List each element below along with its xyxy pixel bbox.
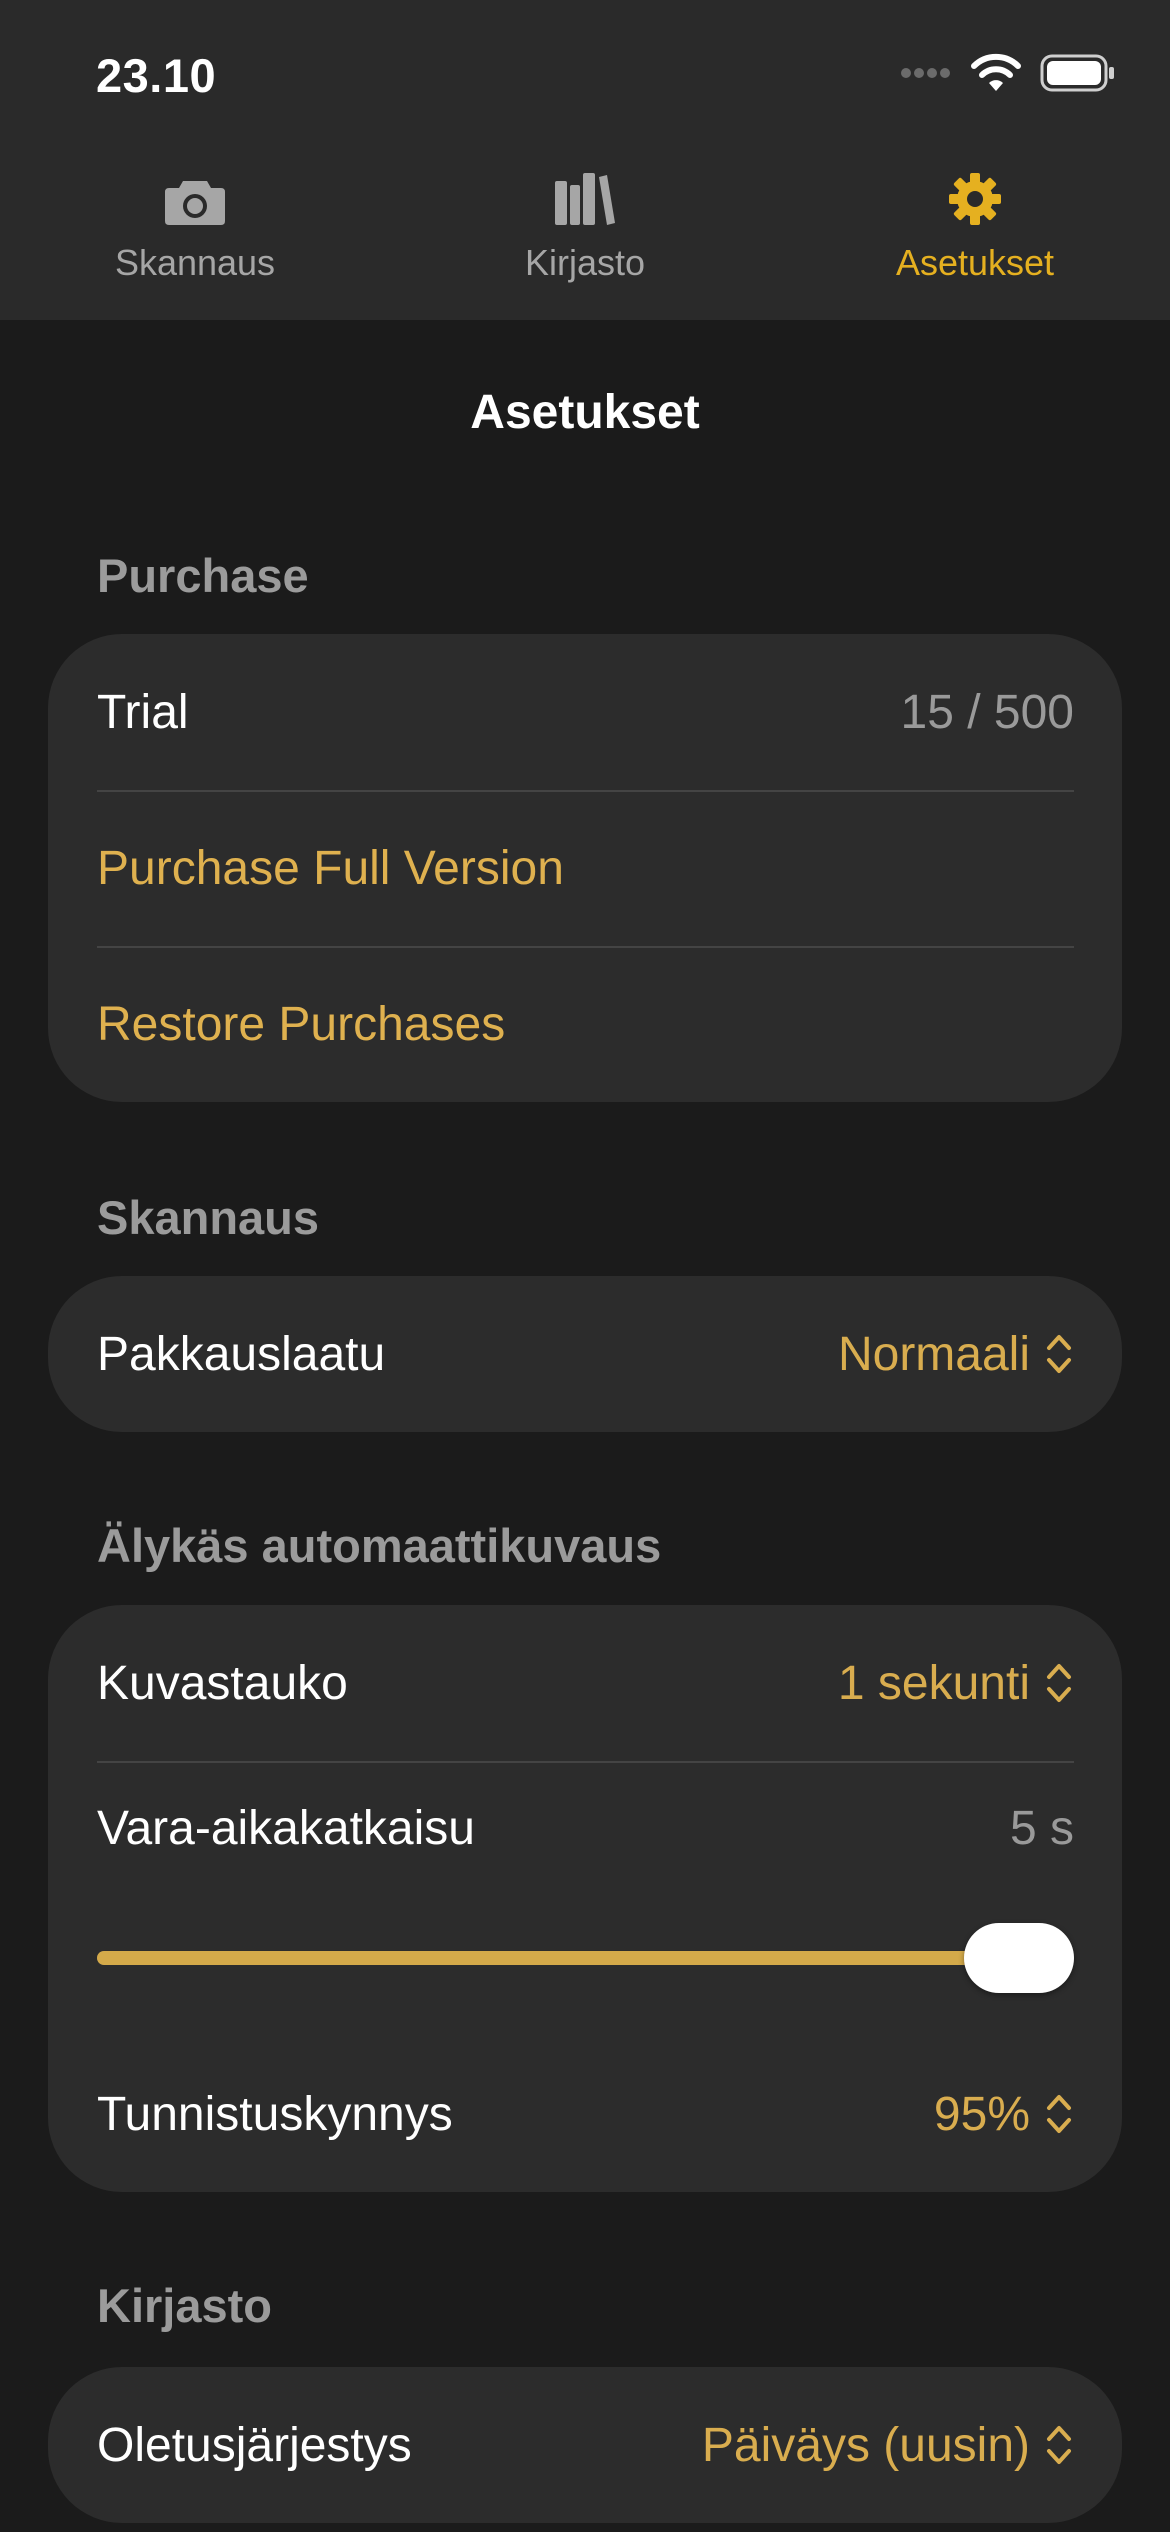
scanning-card: Pakkauslaatu Normaali: [48, 1276, 1122, 1432]
status-time: 23.10: [96, 49, 217, 102]
sort-row[interactable]: Oletusjärjestys Päiväys (uusin): [48, 2367, 1122, 2523]
restore-purchases-button[interactable]: Restore Purchases: [48, 946, 1122, 1102]
timeout-label: Vara-aikakatkaisu: [97, 1802, 475, 1855]
section-header-library: Kirjasto: [97, 2279, 272, 2332]
camera-icon: [163, 177, 227, 232]
tab-bar: Skannaus Kirjasto Asetukset: [0, 160, 1170, 310]
library-card: Oletusjärjestys Päiväys (uusin): [48, 2367, 1122, 2523]
wifi-icon: [970, 53, 1022, 98]
status-bar: 23.10: [0, 0, 1170, 150]
quality-value: Normaali: [837, 1327, 1030, 1381]
pause-value: 1 sekunti: [837, 1656, 1030, 1710]
battery-icon: [1040, 54, 1116, 97]
timeout-slider-thumb[interactable]: [964, 1923, 1074, 1993]
page-title: Asetukset: [470, 386, 700, 439]
status-icons: [900, 52, 1116, 98]
tab-settings-label: Asetukset: [895, 242, 1055, 283]
quality-picker[interactable]: Normaali: [838, 1327, 1074, 1382]
pause-label: Kuvastauko: [97, 1656, 348, 1710]
gear-icon: [947, 171, 1003, 232]
auto-capture-card: Kuvastauko 1 sekunti Vara-aikakatkaisu 5…: [48, 1605, 1122, 2192]
books-icon: [553, 171, 617, 232]
sort-value: Päiväys (uusin): [701, 2418, 1030, 2472]
timeout-value: 5 s: [1009, 1802, 1074, 1855]
purchase-full-version-label: Purchase Full Version: [97, 841, 564, 895]
section-header-auto-capture: Älykäs automaattikuvaus: [97, 1519, 662, 1572]
section-header-purchase: Purchase: [97, 549, 309, 602]
trial-label: Trial: [97, 685, 189, 739]
pause-picker[interactable]: 1 sekunti: [838, 1656, 1074, 1711]
tab-scanning-label: Skannaus: [114, 242, 276, 283]
sort-picker[interactable]: Päiväys (uusin): [702, 2418, 1074, 2473]
tab-scanning[interactable]: Skannaus: [0, 160, 390, 310]
chevron-up-down-icon: [1044, 2091, 1074, 2137]
quality-row[interactable]: Pakkauslaatu Normaali: [48, 1276, 1122, 1432]
restore-purchases-label: Restore Purchases: [97, 997, 506, 1051]
tab-settings[interactable]: Asetukset: [780, 160, 1170, 310]
threshold-row[interactable]: Tunnistuskynnys 95%: [48, 2036, 1122, 2192]
threshold-label: Tunnistuskynnys: [97, 2087, 453, 2141]
timeout-slider-fill: [97, 1951, 1019, 1965]
quality-label: Pakkauslaatu: [97, 1327, 386, 1381]
chevron-up-down-icon: [1044, 1660, 1074, 1706]
pause-row[interactable]: Kuvastauko 1 sekunti: [48, 1605, 1122, 1761]
threshold-picker[interactable]: 95%: [934, 2087, 1074, 2142]
timeout-row: Vara-aikakatkaisu 5 s: [48, 1761, 1122, 2036]
tab-library[interactable]: Kirjasto: [390, 160, 780, 310]
chevron-up-down-icon: [1044, 2422, 1074, 2468]
cellular-signal-icon: [900, 66, 952, 85]
trial-value: 15 / 500: [900, 685, 1074, 739]
threshold-value: 95%: [933, 2087, 1030, 2141]
timeout-slider[interactable]: [97, 1923, 1074, 1993]
section-header-scanning: Skannaus: [97, 1191, 320, 1244]
tab-library-label: Kirjasto: [524, 242, 646, 283]
trial-row: Trial 15 / 500: [48, 634, 1122, 790]
sort-label: Oletusjärjestys: [97, 2418, 412, 2472]
chevron-up-down-icon: [1044, 1331, 1074, 1377]
purchase-card: Trial 15 / 500 Purchase Full Version Res…: [48, 634, 1122, 1102]
purchase-full-version-button[interactable]: Purchase Full Version: [48, 790, 1122, 946]
